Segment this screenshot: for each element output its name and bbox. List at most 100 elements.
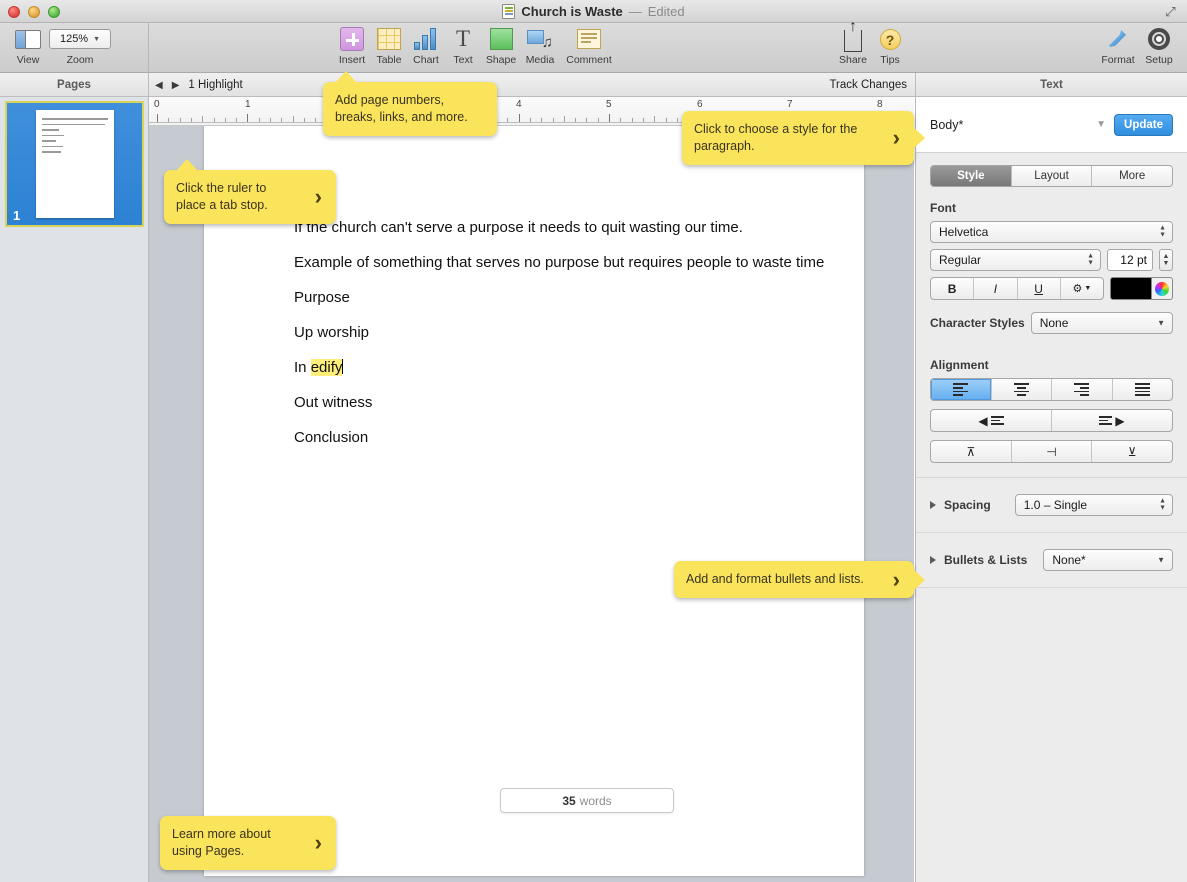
bullets-lists-select[interactable]: None* ▼ (1043, 549, 1173, 571)
tab-layout[interactable]: Layout (1012, 166, 1093, 186)
underline-button[interactable]: U (1018, 278, 1061, 299)
paragraph-style-row[interactable]: Body* ▼ Update (916, 97, 1187, 153)
paintbrush-icon (1106, 27, 1130, 51)
update-style-button[interactable]: Update (1114, 114, 1173, 136)
divider (916, 477, 1187, 478)
character-styles-select[interactable]: None ▼ (1031, 312, 1173, 334)
spacing-value: 1.0 – Single (1024, 498, 1087, 512)
valign-bottom-icon[interactable]: ⊻ (1092, 441, 1172, 462)
word-count-number: 35 (562, 794, 575, 808)
paragraph-5[interactable]: Out witness (294, 394, 372, 411)
ruler-tick-8: 8 (877, 99, 883, 110)
highlight-count-label: 1 Highlight (188, 79, 242, 91)
document-canvas: If the church can't serve a purpose it n… (149, 126, 914, 882)
align-justify-icon[interactable] (1113, 379, 1173, 400)
horizontal-alignment-buttons (930, 378, 1173, 401)
font-size-field[interactable]: 12 pt (1107, 249, 1153, 271)
font-style-row: B I U ⚙▼ (930, 277, 1173, 300)
paragraph-3[interactable]: Purpose (294, 289, 350, 306)
view-button[interactable]: View (0, 26, 56, 66)
ruler-tick-1: 1 (245, 99, 251, 110)
font-weight-value: Regular (939, 253, 981, 267)
valign-middle-icon[interactable]: ⊣ (1012, 441, 1093, 462)
zoom-label: Zoom (67, 54, 94, 66)
paragraph-2[interactable]: Example of something that serves no purp… (294, 254, 824, 271)
bullets-callout-text: Add and format bullets and lists. (686, 571, 872, 588)
font-family-select[interactable]: Helvetica ▲▼ (930, 221, 1173, 243)
align-right-icon[interactable] (1052, 379, 1113, 400)
text-t-icon: T (456, 28, 470, 50)
highlight-navigator: ◀ ▶ 1 Highlight (155, 73, 243, 97)
tab-style[interactable]: Style (931, 166, 1012, 186)
ruler-tick-5: 5 (606, 99, 612, 110)
title-bar: Church is Waste — Edited ⤢ (0, 0, 1187, 23)
chevron-right-icon[interactable]: › (893, 127, 900, 149)
stepper-arrows-icon: ▲▼ (1087, 254, 1094, 267)
font-size-stepper[interactable]: ▲▼ (1159, 249, 1173, 271)
divider (916, 587, 1187, 588)
chevron-right-icon[interactable]: › (893, 569, 900, 591)
font-weight-select[interactable]: Regular ▲▼ (930, 249, 1101, 271)
prev-triangle-icon[interactable]: ◀ (155, 80, 163, 91)
valign-top-icon[interactable]: ⊼ (931, 441, 1012, 462)
style-callout[interactable]: Click to choose a style for the paragrap… (682, 111, 914, 165)
track-changes-button[interactable]: Track Changes (829, 73, 907, 97)
media-photo-note-icon: ♫ (527, 28, 553, 50)
character-styles-label: Character Styles (930, 316, 1025, 330)
page-thumbnail-preview (36, 110, 114, 218)
zoom-control[interactable]: 125% ▼ Zoom (50, 26, 110, 66)
indent-buttons: ◀ ▶ (930, 409, 1173, 432)
italic-button[interactable]: I (974, 278, 1017, 299)
secondary-bar: Pages ◀ ▶ 1 Highlight Track Changes Text (0, 73, 1187, 97)
alignment-section-title: Alignment (930, 358, 1173, 372)
paragraph-4[interactable]: Up worship (294, 324, 369, 341)
outdent-icon[interactable]: ◀ (931, 410, 1052, 431)
comment-button[interactable]: Comment (556, 26, 622, 66)
highlighted-word[interactable]: edify (311, 359, 343, 376)
paragraph-1[interactable]: If the church can't serve a purpose it n… (294, 219, 743, 236)
chevron-right-icon[interactable]: › (315, 832, 322, 854)
title-separator: — (629, 4, 642, 19)
chevron-right-icon[interactable]: › (315, 186, 322, 208)
paragraph-6[interactable]: Conclusion (294, 429, 368, 446)
align-left-icon[interactable] (931, 379, 992, 400)
page-thumbnail-1[interactable]: 1 (5, 101, 144, 227)
setup-button[interactable]: Setup (1131, 26, 1187, 66)
font-options-gear-icon[interactable]: ⚙▼ (1061, 278, 1103, 299)
pages-app-window: Church is Waste — Edited ⤢ View 125% ▼ Z… (0, 0, 1187, 882)
divider (916, 532, 1187, 533)
page-number-label: 1 (13, 208, 20, 223)
tips-button[interactable]: ? Tips (862, 26, 918, 66)
chevron-down-icon: ▼ (1157, 556, 1165, 565)
bullets-callout[interactable]: Add and format bullets and lists. › (674, 561, 914, 598)
ruler-callout[interactable]: Click the ruler to place a tab stop. › (164, 170, 336, 224)
format-inspector: Body* ▼ Update Style Layout More Font He… (915, 97, 1187, 882)
color-wheel-icon[interactable] (1152, 277, 1173, 300)
document-page[interactable]: If the church can't serve a purpose it n… (204, 126, 864, 876)
text-color-swatch[interactable] (1110, 277, 1152, 300)
pages-document-icon (502, 4, 515, 19)
bold-button[interactable]: B (931, 278, 974, 299)
toolbar-divider (148, 23, 149, 73)
style-callout-text: Click to choose a style for the paragrap… (694, 121, 872, 155)
tab-more[interactable]: More (1092, 166, 1172, 186)
ruler-tick-6: 6 (697, 99, 703, 110)
zoom-popup-button[interactable]: 125% ▼ (49, 29, 111, 49)
indent-icon[interactable]: ▶ (1052, 410, 1172, 431)
ruler-callout-text: Click the ruler to place a tab stop. (176, 180, 294, 214)
chevron-down-icon[interactable]: ▼ (1096, 119, 1106, 130)
learn-more-callout[interactable]: Learn more about using Pages. › (160, 816, 336, 870)
font-family-value: Helvetica (939, 225, 988, 239)
shape-square-icon (490, 28, 513, 50)
format-label: Format (1101, 54, 1134, 66)
pages-sidebar: 1 (0, 97, 149, 882)
insert-callout[interactable]: Add page numbers, breaks, links, and mor… (323, 82, 497, 136)
disclosure-triangle-icon[interactable] (930, 501, 936, 509)
document-title: Church is Waste (521, 4, 622, 19)
spacing-select[interactable]: 1.0 – Single ▲▼ (1015, 494, 1173, 516)
fullscreen-arrows-icon[interactable]: ⤢ (1163, 4, 1178, 19)
align-center-icon[interactable] (992, 379, 1053, 400)
paragraph-highlight[interactable]: In edify (294, 359, 343, 376)
next-triangle-icon[interactable]: ▶ (172, 80, 180, 91)
disclosure-triangle-icon[interactable] (930, 556, 936, 564)
